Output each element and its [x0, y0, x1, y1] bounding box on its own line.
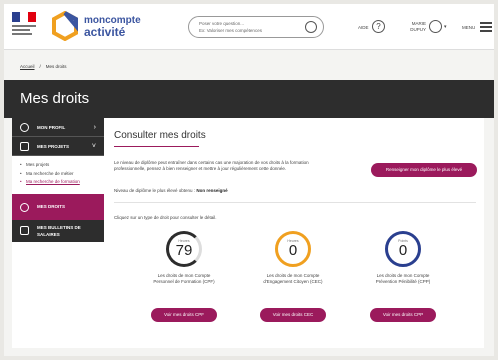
user-icon[interactable] — [429, 20, 442, 33]
brand-logo[interactable]: moncompte activité — [84, 16, 141, 39]
dial-ring: Heures 79 — [166, 231, 202, 267]
search-placeholder-2: Ex: Valoriser mes compétences — [199, 28, 262, 33]
payslip-icon — [20, 225, 29, 235]
projects-icon — [20, 142, 29, 151]
voir-droits-cpf-button[interactable]: Voir mes droits CPF — [151, 308, 217, 322]
help-label[interactable]: AIDE — [358, 25, 369, 30]
main-card: Consulter mes droits Le niveau de diplôm… — [104, 118, 484, 348]
sidebar-item-label: MON PROFIL — [37, 125, 66, 130]
sidebar-submenu: Mes projets Ma recherche de métier Ma re… — [12, 156, 104, 194]
rights-icon — [20, 202, 29, 212]
logo-line-2: activité — [84, 25, 126, 39]
hamburger-menu-icon[interactable] — [480, 22, 492, 34]
diploma-level-value: Non renseigné — [196, 188, 228, 193]
dial-caption: Les droits de mon Compte d'Engagement Ci… — [238, 273, 348, 285]
breadcrumb: Accueil / Mes droits — [4, 64, 494, 76]
diploma-level-label: Niveau de diplôme le plus élevé obtenu : — [114, 188, 196, 193]
sidebar-item-bulletins[interactable]: MES BULLETINS DE SALAIRES — [12, 219, 104, 242]
dial-caption: Les droits de mon Compte Prévention Péni… — [348, 273, 458, 285]
rights-dial-cec[interactable]: Heures 0 Les droits de mon Compte d'Enga… — [238, 231, 348, 285]
rights-dial-cpp[interactable]: Points 0 Les droits de mon Compte Préven… — [348, 231, 458, 285]
rights-dial-cpf[interactable]: Heures 79 Les droits de mon Compte Perso… — [129, 231, 239, 285]
republique-francaise-logo — [12, 12, 36, 42]
page-title: Mes droits — [20, 90, 90, 107]
search-input[interactable]: Poser votre question... Ex: Valoriser me… — [188, 16, 324, 38]
dial-value: 0 — [288, 242, 298, 259]
chevron-right-icon: › — [93, 124, 96, 131]
diploma-level: Niveau de diplôme le plus élevé obtenu :… — [114, 188, 228, 193]
profile-icon — [20, 123, 29, 132]
breadcrumb-current: Mes droits — [45, 64, 67, 69]
sidebar-item-droits[interactable]: MES DROITS — [12, 193, 104, 220]
sidebar-subitem-metier[interactable]: Ma recherche de métier — [20, 171, 104, 177]
sidebar-subitem-formation[interactable]: Ma recherche de formation — [20, 179, 104, 185]
search-placeholder-1: Poser votre question... — [199, 21, 245, 26]
dial-ring: Points 0 — [385, 231, 421, 267]
divider — [114, 202, 476, 203]
breadcrumb-home-link[interactable]: Accueil — [20, 64, 35, 69]
breadcrumb-separator: / — [39, 64, 41, 69]
title-underline — [114, 146, 199, 147]
sidebar-item-label: MES PROJETS — [37, 144, 70, 149]
voir-droits-cec-button[interactable]: Voir mes droits CEC — [260, 308, 326, 322]
search-icon[interactable] — [305, 21, 317, 33]
menu-label[interactable]: MENU — [462, 25, 475, 30]
chevron-down-icon: ˅ — [91, 143, 96, 150]
sidebar-item-label-1: MES BULLETINS DE — [37, 224, 81, 230]
instruction-text: Cliquez sur un type de droit pour consul… — [114, 215, 217, 220]
user-name[interactable]: MARIE DUPUY — [404, 21, 426, 33]
sidebar-item-profil[interactable]: MON PROFIL › — [12, 118, 104, 137]
intro-text: Le niveau de diplôme peut entraîner dans… — [114, 160, 309, 171]
sidebar-item-label: MES DROITS — [37, 203, 66, 209]
dial-caption-2: Personnel de Formation (CPF) — [153, 279, 215, 284]
voir-droits-cpp-button[interactable]: Voir mes droits CPP — [370, 308, 436, 322]
hexagon-logo-icon — [52, 11, 78, 41]
title-band: Mes droits — [4, 80, 494, 118]
user-last-name: DUPUY — [410, 27, 426, 32]
renseigner-diplome-button[interactable]: Renseigner mon diplôme le plus élevé — [371, 163, 477, 177]
section-title: Consulter mes droits — [114, 130, 206, 141]
sidebar-subitem-projets[interactable]: Mes projets — [20, 162, 104, 168]
dial-ring: Heures 0 — [275, 231, 311, 267]
dial-value: 0 — [398, 242, 408, 259]
dial-caption-2: Prévention Pénibilité (CPP) — [375, 279, 431, 284]
sidebar-item-label-2: SALAIRES — [37, 231, 60, 237]
dial-value: 79 — [175, 242, 193, 259]
dial-caption: Les droits de mon Compte Personnel de Fo… — [129, 273, 239, 285]
dial-caption-2: d'Engagement Citoyen (CEC) — [263, 279, 323, 284]
sidebar-item-projets[interactable]: MES PROJETS ˅ — [12, 137, 104, 156]
sidebar: MON PROFIL › MES PROJETS ˅ Mes projets M… — [12, 118, 104, 348]
help-icon[interactable]: ? — [372, 20, 385, 33]
chevron-down-icon[interactable]: ▾ — [444, 24, 447, 30]
app-window: moncompte activité Poser votre question.… — [4, 4, 494, 356]
header: moncompte activité Poser votre question.… — [4, 4, 494, 50]
